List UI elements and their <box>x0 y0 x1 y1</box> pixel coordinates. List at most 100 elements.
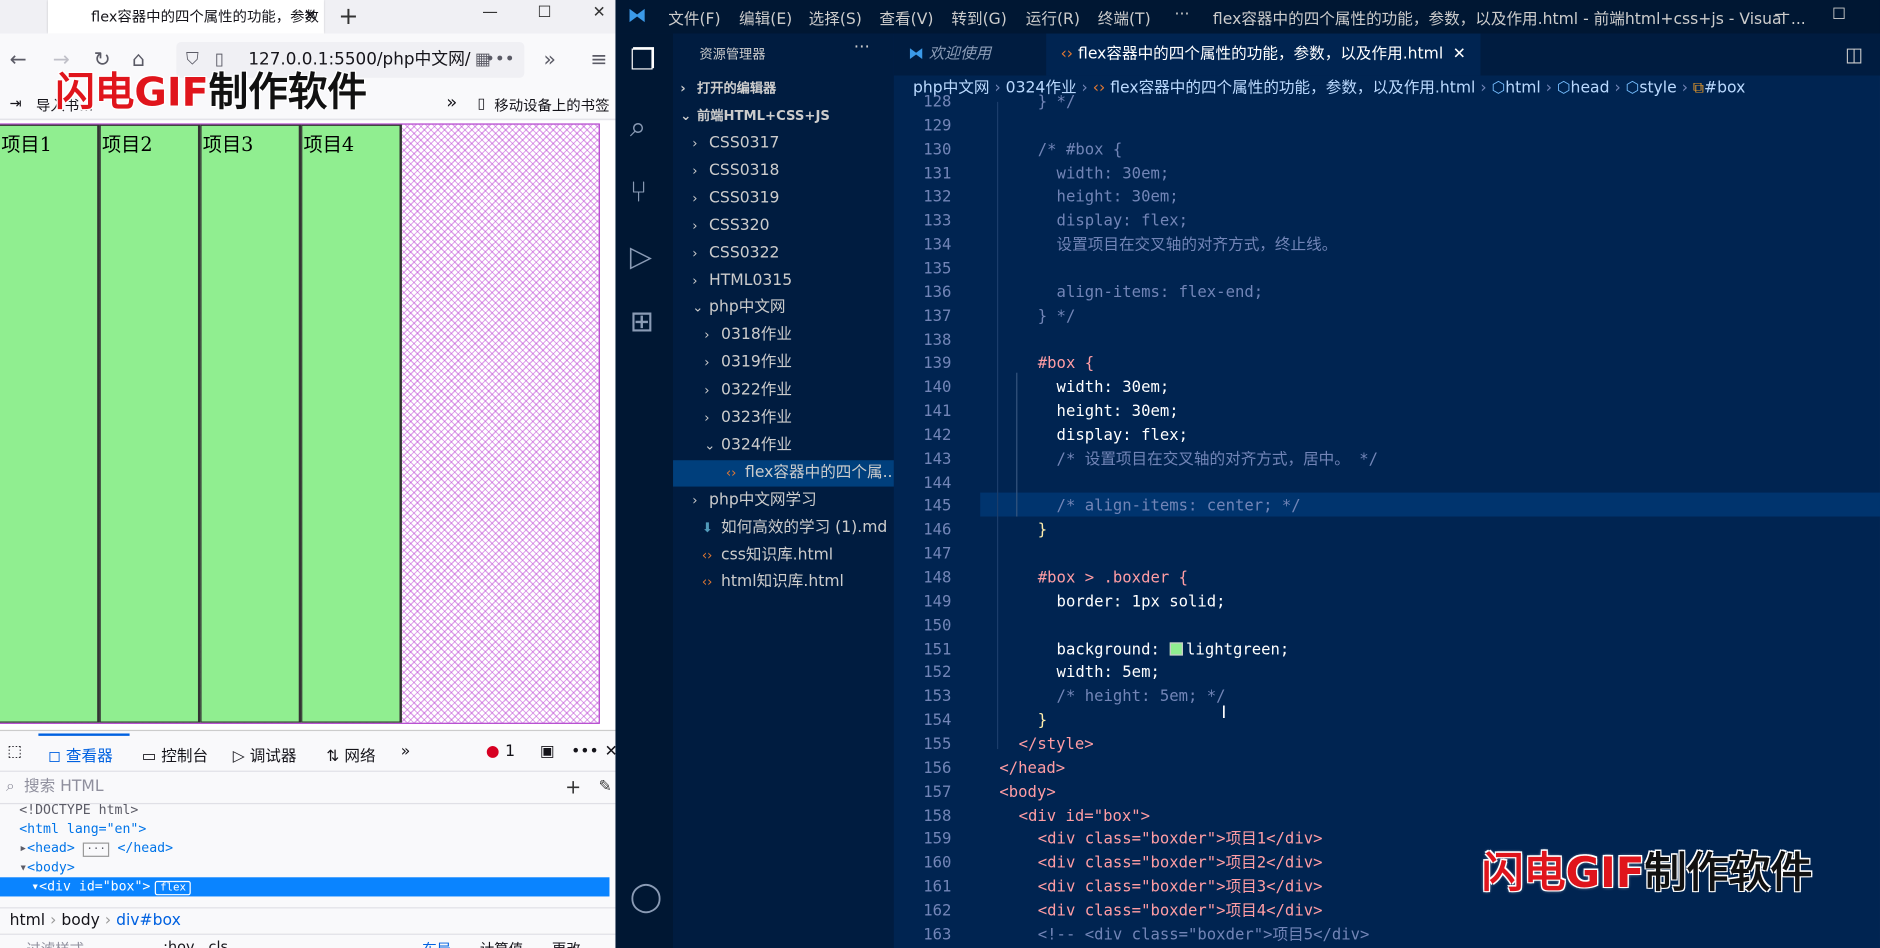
code-line: height: 30em; <box>1037 188 1179 207</box>
div-box-node[interactable]: ▾<div id="box"> flex <box>0 877 610 897</box>
responsive-design-icon[interactable]: ▣ <box>540 743 555 761</box>
account-icon[interactable]: ◯ <box>630 880 662 914</box>
maximize-icon[interactable]: ☐ <box>1832 6 1846 24</box>
crumb-symbol[interactable]: #box <box>1704 79 1745 97</box>
run-debug-icon[interactable]: ▷ <box>630 240 652 274</box>
close-devtools-icon[interactable]: ✕ <box>605 743 616 761</box>
tree-item[interactable]: ‹› flex容器中的四个属... <box>673 459 894 487</box>
html-node[interactable]: <html lang="en"> <box>19 820 146 839</box>
menu-item[interactable]: 转到(G) <box>951 6 1006 29</box>
code-editor[interactable]: 128} */ 129 130 /* #box {131 width: 30em; 13… <box>894 93 1880 948</box>
page-actions-icon[interactable]: ••• <box>485 42 515 78</box>
menu-item[interactable]: 编辑(E) <box>739 6 792 29</box>
breadcrumb-div-box[interactable]: div#box <box>116 912 181 930</box>
tree-item[interactable]: ⬇ 如何高效的学习 (1).md <box>673 515 894 541</box>
tree-item[interactable]: › 0322作业 <box>673 378 894 404</box>
new-tab-button[interactable]: + <box>338 0 358 31</box>
breadcrumb-body[interactable]: body <box>61 912 100 930</box>
tree-item[interactable]: › CSS0317 <box>673 131 894 157</box>
menu-item[interactable]: 运行(R) <box>1026 6 1080 29</box>
open-editors-section[interactable]: › 打开的编辑器 <box>673 76 894 102</box>
tree-item[interactable]: ‹› css知识库.html <box>673 542 894 568</box>
crumb-symbol[interactable]: style <box>1639 79 1676 97</box>
tab-welcome[interactable]: ⧓ 欢迎使用 <box>894 34 1044 76</box>
tab-console[interactable]: ▭ 控制台 <box>142 743 209 766</box>
element-picker-icon[interactable]: ⬚ <box>7 743 22 761</box>
mobile-bookmarks-folder[interactable]: 移动设备上的书签 <box>494 95 609 115</box>
browser-tab[interactable]: flex容器中的四个属性的功能，参数 ✕ <box>47 0 324 34</box>
explorer-sidebar: 资源管理器 ··· › 打开的编辑器 ⌄ 前端HTML+CSS+JS › CSS031… <box>673 33 894 948</box>
tree-item[interactable]: › CSS0322 <box>673 240 894 266</box>
menu-item[interactable]: ··· <box>1175 6 1190 24</box>
eyedropper-icon[interactable]: ✎ <box>599 773 612 802</box>
back-icon[interactable]: ← <box>10 48 27 72</box>
chevron-right-icon: › <box>704 409 710 426</box>
tab-network[interactable]: ⇅ 网络 <box>326 743 375 766</box>
close-window-icon[interactable]: ✕ <box>593 4 606 22</box>
source-control-icon[interactable]: ⑂ <box>630 175 647 209</box>
tree-item[interactable]: › 0323作业 <box>673 405 894 431</box>
add-node-icon[interactable]: + <box>565 773 581 802</box>
body-node[interactable]: ▾<body> <box>19 858 75 877</box>
class-toggle[interactable]: .cls <box>204 938 228 948</box>
flex-badge[interactable]: flex <box>155 880 191 896</box>
close-tab-icon[interactable]: ✕ <box>304 0 317 34</box>
hover-state-toggle[interactable]: :hov <box>163 938 194 948</box>
split-editor-icon[interactable]: ◫ <box>1845 43 1863 66</box>
breadcrumb-html[interactable]: html <box>10 912 46 930</box>
devtools-menu-icon[interactable]: ••• <box>571 743 599 761</box>
minimize-icon[interactable]: — <box>1774 6 1790 24</box>
color-swatch[interactable] <box>1169 641 1183 656</box>
filter-styles-input[interactable]: 过滤样式 <box>26 938 84 948</box>
tree-item[interactable]: › CSS320 <box>673 213 894 239</box>
bookmarks-overflow-icon[interactable]: » <box>446 91 457 113</box>
menu-item[interactable]: 查看(V) <box>879 6 933 29</box>
code-line: } */ <box>1037 93 1076 112</box>
explorer-icon[interactable]: ❐ <box>630 43 656 77</box>
expand-icon[interactable]: ▸ <box>19 840 27 856</box>
crumb-file[interactable]: flex容器中的四个属性的功能，参数，以及作用.html <box>1110 79 1475 97</box>
tab-debugger[interactable]: ▷ 调试器 <box>233 743 297 766</box>
collapse-icon[interactable]: ▾ <box>31 878 39 894</box>
app-menu-icon[interactable]: ≡ <box>590 48 607 72</box>
line-number: 146 <box>923 521 952 540</box>
html-file-icon: ‹› <box>1092 79 1106 98</box>
doctype-node[interactable]: <!DOCTYPE html> <box>19 801 138 820</box>
overflow-chevron-icon[interactable]: » <box>543 48 555 72</box>
head-node[interactable]: ▸<head> ··· </head> <box>19 839 173 858</box>
tree-item[interactable]: › 0319作业 <box>673 350 894 376</box>
line-number: 160 <box>923 854 952 873</box>
extensions-icon[interactable]: ⊞ <box>630 304 654 338</box>
page-viewport: 项目1 项目2 项目3 项目4 <box>0 121 616 730</box>
more-actions-icon[interactable]: ··· <box>854 38 870 57</box>
tree-item[interactable]: › 0318作业 <box>673 323 894 349</box>
menu-item[interactable]: 文件(F) <box>668 6 720 29</box>
tree-item[interactable]: › CSS0319 <box>673 186 894 212</box>
html-search-input[interactable]: ⌕ 搜索 HTML + ✎ <box>0 773 616 805</box>
tree-item[interactable]: › CSS0318 <box>673 158 894 184</box>
crumb-symbol[interactable]: head <box>1571 79 1610 97</box>
tree-item[interactable]: ⌄ 0324作业 <box>673 433 894 459</box>
more-tabs-icon[interactable]: » <box>401 743 411 761</box>
tab-layout[interactable]: 布局 <box>422 938 451 948</box>
tree-item[interactable]: ‹› html知识库.html <box>673 570 894 596</box>
tab-changes[interactable]: 更改 <box>552 938 581 948</box>
tab-computed[interactable]: 计算值 <box>480 938 523 948</box>
collapse-icon[interactable]: ▾ <box>19 859 27 875</box>
minimize-icon[interactable]: — <box>482 4 498 22</box>
close-tab-icon[interactable]: ✕ <box>1453 46 1466 64</box>
crumb-symbol[interactable]: html <box>1505 79 1541 97</box>
error-icon[interactable]: ● <box>486 743 500 761</box>
collapsed-content-icon[interactable]: ··· <box>82 842 110 857</box>
tab-active-file[interactable]: ‹› flex容器中的四个属性的功能，参数，以及作用.html ✕ <box>1046 33 1481 76</box>
tree-item[interactable]: › php中文网学习 <box>673 487 894 513</box>
workspace-root[interactable]: ⌄ 前端HTML+CSS+JS <box>673 103 894 129</box>
menu-item[interactable]: 终端(T) <box>1098 6 1151 29</box>
maximize-icon[interactable]: ☐ <box>537 4 551 22</box>
import-bookmarks-icon[interactable]: ⇥ <box>10 95 22 112</box>
tree-item[interactable]: › HTML0315 <box>673 268 894 294</box>
search-icon[interactable]: ⌕ <box>630 110 646 144</box>
tab-inspector[interactable]: ◻ 查看器 <box>48 743 113 766</box>
tree-item[interactable]: ⌄ php中文网 <box>673 295 894 321</box>
menu-item[interactable]: 选择(S) <box>809 6 862 29</box>
